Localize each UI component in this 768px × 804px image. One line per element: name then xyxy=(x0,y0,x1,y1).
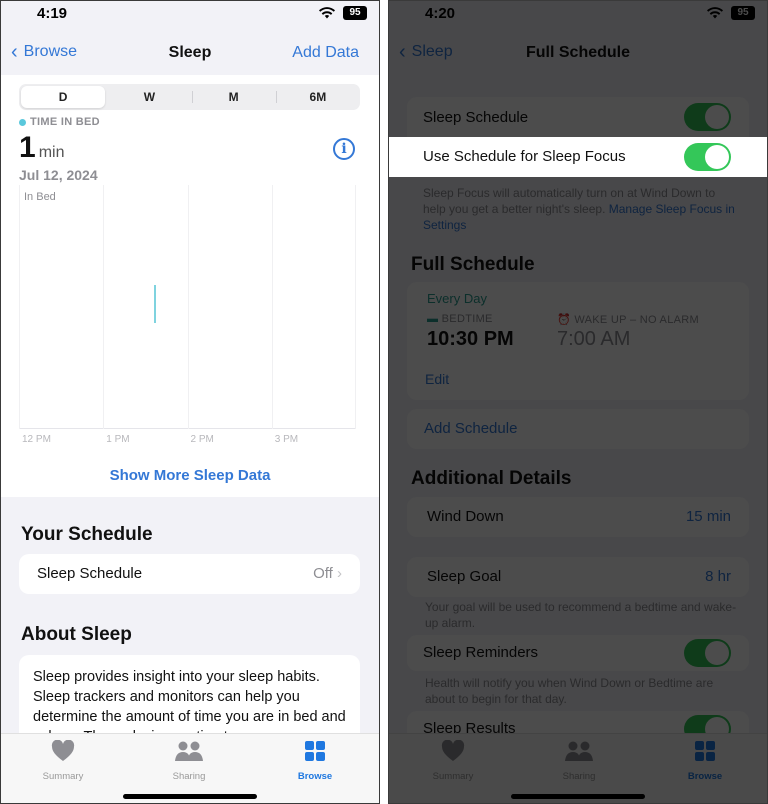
segment-day[interactable]: D xyxy=(21,86,106,108)
metric-label-text: TIME IN BED xyxy=(30,116,100,128)
status-bar: 4:19 95 xyxy=(1,1,379,31)
add-data-button[interactable]: Add Data xyxy=(292,44,359,62)
sleep-chart-card: D W M 6M TIME IN BED 1 min Jul 12, 2024 i… xyxy=(1,75,379,497)
tab-sharing[interactable]: Sharing xyxy=(149,740,229,784)
x-tick-label: 12 PM xyxy=(22,434,51,445)
sleep-focus-label: Use Schedule for Sleep Focus xyxy=(423,148,626,165)
segment-week[interactable]: W xyxy=(107,84,191,110)
tab-bar: Summary Sharing Browse xyxy=(1,733,379,803)
dim-overlay-bottom xyxy=(389,177,767,803)
sleep-schedule-value: Off › xyxy=(313,565,342,582)
battery-icon: 95 xyxy=(343,6,367,20)
x-tick-label: 3 PM xyxy=(274,434,299,445)
about-sleep-heading: About Sleep xyxy=(21,624,132,645)
dim-overlay-top xyxy=(389,1,767,137)
sleep-schedule-label: Sleep Schedule xyxy=(37,565,143,582)
home-indicator xyxy=(123,794,257,799)
nav-bar: ‹ Browse Sleep Add Data xyxy=(1,31,379,75)
segment-6-months[interactable]: 6M xyxy=(275,84,360,110)
grid-icon xyxy=(305,741,325,761)
metric-value: 1 min xyxy=(19,131,64,165)
grid-line xyxy=(355,185,356,429)
grid-line xyxy=(19,185,20,429)
status-time: 4:19 xyxy=(37,5,68,22)
x-tick-label: 2 PM xyxy=(190,434,214,445)
sleep-schedule-row[interactable]: Sleep Schedule Off › xyxy=(19,554,360,594)
info-icon[interactable]: i xyxy=(333,138,355,160)
metric-number: 1 xyxy=(19,131,36,164)
series-label: In Bed xyxy=(24,191,56,203)
in-bed-bar xyxy=(153,285,156,323)
legend-dot-icon xyxy=(19,118,26,126)
grid-line xyxy=(271,185,273,429)
tab-sharing-label: Sharing xyxy=(172,771,206,782)
tab-summary-label: Summary xyxy=(42,771,84,782)
grid-line xyxy=(187,185,189,429)
sleep-chart: In Bed 12 PM 1 PM 2 PM 3 PM xyxy=(19,185,356,445)
x-tick-label: 1 PM xyxy=(106,434,130,445)
tab-browse[interactable]: Browse xyxy=(275,740,355,784)
sleep-screen: 4:19 95 ‹ Browse Sleep Add Data D W M 6M… xyxy=(0,0,380,804)
metric-unit: min xyxy=(38,144,65,161)
show-more-sleep-data-link[interactable]: Show More Sleep Data xyxy=(1,467,379,484)
your-schedule-heading: Your Schedule xyxy=(21,524,153,545)
sleep-focus-toggle[interactable] xyxy=(684,143,731,171)
grid-line xyxy=(103,185,105,429)
period-segmented-control: D W M 6M xyxy=(19,84,360,110)
segment-month[interactable]: M xyxy=(191,84,276,110)
metric-date: Jul 12, 2024 xyxy=(19,167,98,183)
tab-summary[interactable]: Summary xyxy=(23,740,103,784)
chevron-right-icon: › xyxy=(337,565,342,582)
full-schedule-screen: 4:20 95 ‹ Sleep Full Schedule Sleep Sche… xyxy=(388,0,768,804)
tab-browse-label: Browse xyxy=(297,771,333,782)
heart-icon xyxy=(51,740,75,761)
wifi-icon xyxy=(319,7,335,19)
sleep-focus-row: Use Schedule for Sleep Focus xyxy=(389,137,767,177)
metric-label: TIME IN BED xyxy=(19,116,100,128)
people-icon xyxy=(175,741,203,761)
